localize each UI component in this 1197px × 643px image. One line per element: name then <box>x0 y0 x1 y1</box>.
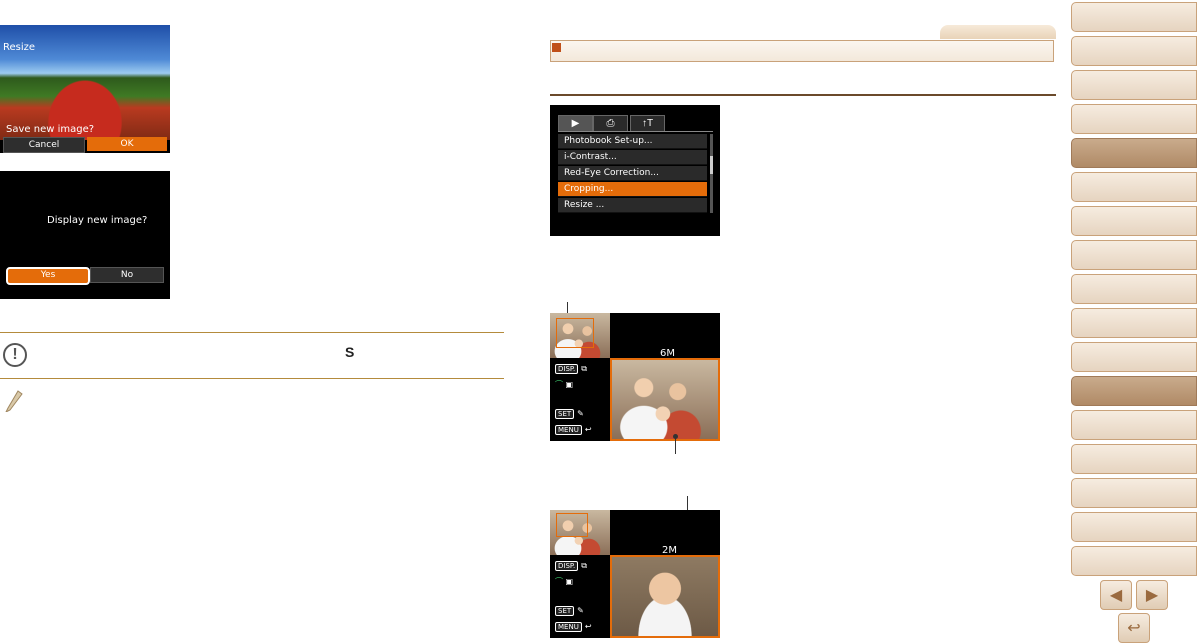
crop-preview-photo <box>610 555 720 638</box>
section-tab <box>940 25 1056 39</box>
note-mid-rule <box>0 378 504 379</box>
menu-item-selected[interactable]: Cropping... <box>558 182 707 197</box>
next-page-button[interactable]: ▶ <box>1136 580 1168 610</box>
warning-symbol: S <box>345 344 355 360</box>
sidebar-tab[interactable] <box>1071 410 1197 440</box>
no-button[interactable]: No <box>90 267 164 283</box>
cancel-button[interactable]: Cancel <box>3 137 85 153</box>
sidebar-tab-active[interactable] <box>1071 138 1197 168</box>
sidebar-tab[interactable] <box>1071 546 1197 576</box>
sidebar-tab[interactable] <box>1071 172 1197 202</box>
exclamation-icon: ! <box>3 343 27 367</box>
menu-key: MENU <box>555 425 582 435</box>
sidebar-tab[interactable] <box>1071 70 1197 100</box>
set-key: SET <box>555 606 575 616</box>
sidebar-tab[interactable] <box>1071 36 1197 66</box>
sidebar-tab-active[interactable] <box>1071 376 1197 406</box>
menu-item[interactable]: Photobook Set-up... <box>558 134 707 149</box>
tab-setup[interactable]: ↑T <box>630 115 665 131</box>
section-underline <box>550 94 1056 96</box>
dial-icon: ⌒ ▣ <box>555 380 574 389</box>
menu-item[interactable]: i-Contrast... <box>558 150 707 165</box>
crop-frame-thumb <box>556 318 594 348</box>
scrollbar[interactable] <box>710 134 713 213</box>
prev-page-button[interactable]: ◀ <box>1100 580 1132 610</box>
disp-key: DISP. <box>555 364 579 374</box>
tab-playback[interactable]: ▶ <box>558 115 593 131</box>
crop-frame-thumb <box>556 513 588 537</box>
disp-key: DISP. <box>555 561 579 571</box>
title-square-icon <box>552 43 561 52</box>
sidebar-tab[interactable] <box>1071 240 1197 270</box>
sidebar-tab[interactable] <box>1071 444 1197 474</box>
yes-button[interactable]: Yes <box>6 267 90 285</box>
menu-item[interactable]: Red-Eye Correction... <box>558 166 707 181</box>
dial-icon: ⌒ ▣ <box>555 577 574 586</box>
sidebar-tab[interactable] <box>1071 104 1197 134</box>
set-key: SET <box>555 409 575 419</box>
pencil-icon <box>4 386 24 417</box>
sidebar-tab[interactable] <box>1071 512 1197 542</box>
crop-screen-2: 2M 1600x1200 DISP.⧉ ⌒ ▣ SET✎ MENU↩ <box>550 510 720 638</box>
resize-screen: Resize Save new image? Cancel OK <box>0 25 170 153</box>
note-top-rule <box>0 332 504 333</box>
sidebar-tab[interactable] <box>1071 478 1197 508</box>
menu-key: MENU <box>555 622 582 632</box>
resize-title: Resize <box>3 42 36 53</box>
display-prompt: Display new image? <box>47 215 148 226</box>
tab-print[interactable]: ⎙ <box>593 115 628 131</box>
callout-dot <box>673 434 678 439</box>
sidebar-tab[interactable] <box>1071 206 1197 236</box>
crop-screen-1: 6M 2816x2112 DISP.⧉ ⌒ ▣ SET✎ MENU↩ <box>550 313 720 441</box>
save-prompt: Save new image? <box>6 124 95 135</box>
playback-menu-screen: ▶ ⎙ ↑T Photobook Set-up... i-Contrast...… <box>550 105 720 236</box>
display-screen: Display new image? Yes No <box>0 171 170 299</box>
menu-item[interactable]: Resize ... <box>558 198 707 213</box>
section-title-bar <box>550 40 1054 62</box>
ok-button[interactable]: OK <box>87 137 167 151</box>
crop-preview-photo <box>610 358 720 441</box>
return-button[interactable]: ↩ <box>1118 613 1150 643</box>
sidebar-tab[interactable] <box>1071 342 1197 372</box>
sidebar-tab[interactable] <box>1071 274 1197 304</box>
sidebar-tab[interactable] <box>1071 308 1197 338</box>
sidebar-tab[interactable] <box>1071 2 1197 32</box>
